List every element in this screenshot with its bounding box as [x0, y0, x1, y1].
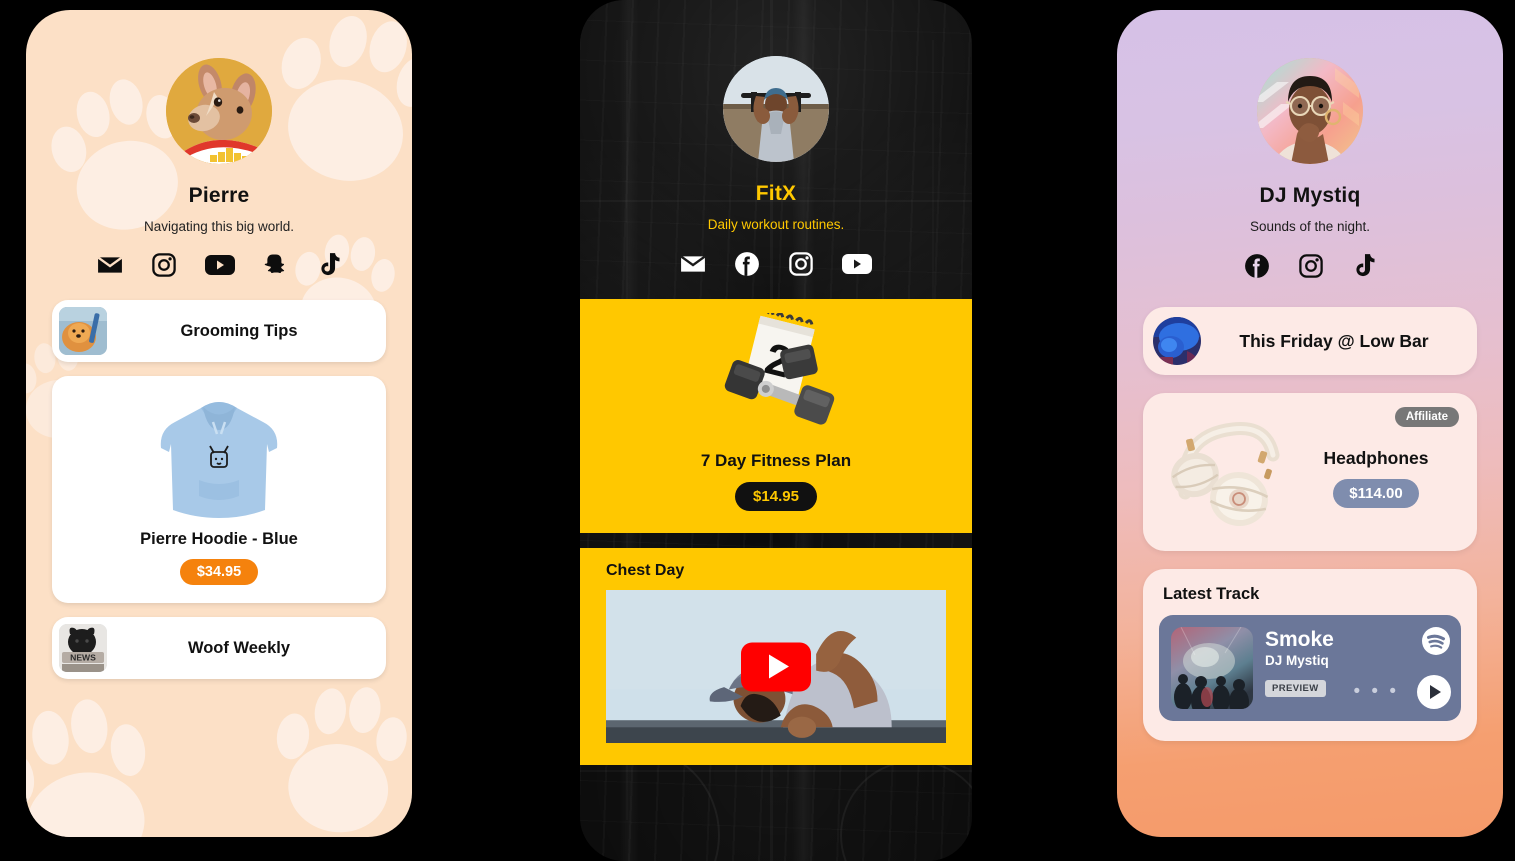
email-icon	[680, 255, 706, 272]
social-links-fitx	[580, 251, 972, 277]
profile-bio: Navigating this big world.	[143, 219, 295, 234]
spotify-player[interactable]: Smoke DJ Mystiq PREVIEW • • •	[1159, 615, 1461, 721]
link-list-pierre: Grooming Tips Pierre Hoodie - Blue $34.9…	[26, 278, 412, 679]
news-dog-thumb: NEWS	[59, 624, 107, 672]
social-link-email[interactable]	[680, 251, 706, 277]
social-link-tiktok[interactable]	[1352, 253, 1376, 279]
paw-icon	[26, 690, 162, 837]
spotify-icon[interactable]	[1421, 626, 1451, 661]
pullup-athlete-avatar	[723, 56, 829, 162]
dumbbells-notepad-image: 2	[701, 309, 851, 445]
social-link-instagram[interactable]	[1298, 253, 1324, 279]
youtube-play-icon[interactable]	[741, 642, 811, 691]
video-card-chest-day[interactable]: Chest Day	[580, 548, 972, 765]
instagram-icon	[789, 252, 813, 276]
social-links-pierre	[26, 252, 412, 278]
affiliate-title: Headphones	[1323, 448, 1429, 468]
concert-crowd-artwork	[1171, 627, 1253, 709]
social-link-instagram[interactable]	[788, 251, 814, 277]
product-card-fitness-plan[interactable]: 2 7 Day Fitness Plan $14.95	[580, 299, 972, 533]
affiliate-card-headphones[interactable]: Affiliate Headphones $114.00	[1143, 393, 1477, 551]
link-card-woof-weekly[interactable]: NEWS Woof Weekly	[52, 617, 386, 679]
instagram-icon	[1299, 254, 1323, 278]
facebook-icon	[735, 252, 759, 276]
email-icon	[97, 256, 123, 273]
product-title: 7 Day Fitness Plan	[700, 451, 852, 470]
track-card-latest-track: Latest Track Smoke DJ Mystiq PREVIEW • •…	[1143, 569, 1477, 741]
play-icon[interactable]	[1417, 675, 1451, 709]
link-title: This Friday @ Low Bar	[1239, 330, 1429, 351]
link-list-fitx: 2 7 Day Fitness Plan $14.95 Chest Day	[580, 277, 972, 765]
social-links-dj	[1117, 253, 1503, 279]
youtube-icon	[205, 255, 235, 275]
phone-preview-pierre: Pierre Navigating this big world. Groomi…	[26, 10, 412, 837]
profile-bio: Sounds of the night.	[1249, 219, 1371, 234]
blue-disc-thumb	[1153, 317, 1201, 365]
profile-name: DJ Mystiq	[1259, 184, 1361, 207]
dog-avatar	[166, 58, 272, 164]
product-title: Pierre Hoodie - Blue	[140, 530, 298, 548]
social-link-email[interactable]	[97, 252, 123, 278]
track-section-title: Latest Track	[1163, 585, 1260, 603]
social-link-youtube[interactable]	[842, 251, 872, 277]
preview-badge: PREVIEW	[1265, 680, 1326, 698]
profile-name: FitX	[755, 182, 797, 205]
affiliate-badge: Affiliate	[1394, 407, 1459, 427]
social-link-facebook[interactable]	[1244, 253, 1270, 279]
instagram-icon	[152, 253, 176, 277]
social-link-youtube[interactable]	[205, 252, 235, 278]
link-title: Woof Weekly	[187, 638, 291, 657]
social-link-facebook[interactable]	[734, 251, 760, 277]
profile-header-dj: DJ Mystiq Sounds of the night.	[1117, 10, 1503, 279]
social-link-snapchat[interactable]	[263, 252, 289, 278]
phone-preview-fitx: FitX Daily workout routines. 2 7 Day Fit…	[580, 0, 972, 861]
blue-hoodie-image	[151, 392, 287, 524]
phone-preview-dj-mystiq: DJ Mystiq Sounds of the night. This Frid…	[1117, 10, 1503, 837]
youtube-icon	[842, 254, 872, 274]
facebook-icon	[1245, 254, 1269, 278]
phone-mockups-canvas: Pierre Navigating this big world. Groomi…	[0, 0, 1515, 861]
profile-name: Pierre	[188, 184, 250, 207]
svg-text:NEWS: NEWS	[70, 653, 96, 663]
product-price-badge[interactable]: $14.95	[735, 482, 817, 511]
beige-headphones-image	[1161, 409, 1293, 533]
profile-header-fitx: FitX Daily workout routines.	[580, 0, 972, 277]
dj-portrait-avatar	[1257, 58, 1363, 164]
profile-bio: Daily workout routines.	[707, 217, 845, 232]
link-card-low-bar-event[interactable]: This Friday @ Low Bar	[1143, 307, 1477, 375]
pomeranian-grooming-thumb	[59, 307, 107, 355]
product-price-badge[interactable]: $34.95	[179, 559, 259, 585]
more-options-button[interactable]: • • •	[1353, 682, 1399, 701]
tiktok-icon	[321, 253, 340, 276]
snapchat-icon	[264, 254, 285, 274]
video-title: Chest Day	[606, 562, 685, 579]
tiktok-icon	[1356, 254, 1375, 277]
paw-icon	[264, 674, 412, 837]
link-title: Grooming Tips	[180, 321, 298, 340]
social-link-instagram[interactable]	[151, 252, 177, 278]
profile-header-pierre: Pierre Navigating this big world.	[26, 10, 412, 278]
link-card-grooming-tips[interactable]: Grooming Tips	[52, 300, 386, 362]
pushup-athlete-video-thumb[interactable]	[606, 590, 946, 743]
social-link-tiktok[interactable]	[317, 252, 341, 278]
product-card-pierre-hoodie[interactable]: Pierre Hoodie - Blue $34.95	[52, 376, 386, 603]
link-list-dj: This Friday @ Low Bar Affiliate Headphon…	[1117, 279, 1503, 741]
affiliate-price-badge[interactable]: $114.00	[1333, 479, 1419, 508]
